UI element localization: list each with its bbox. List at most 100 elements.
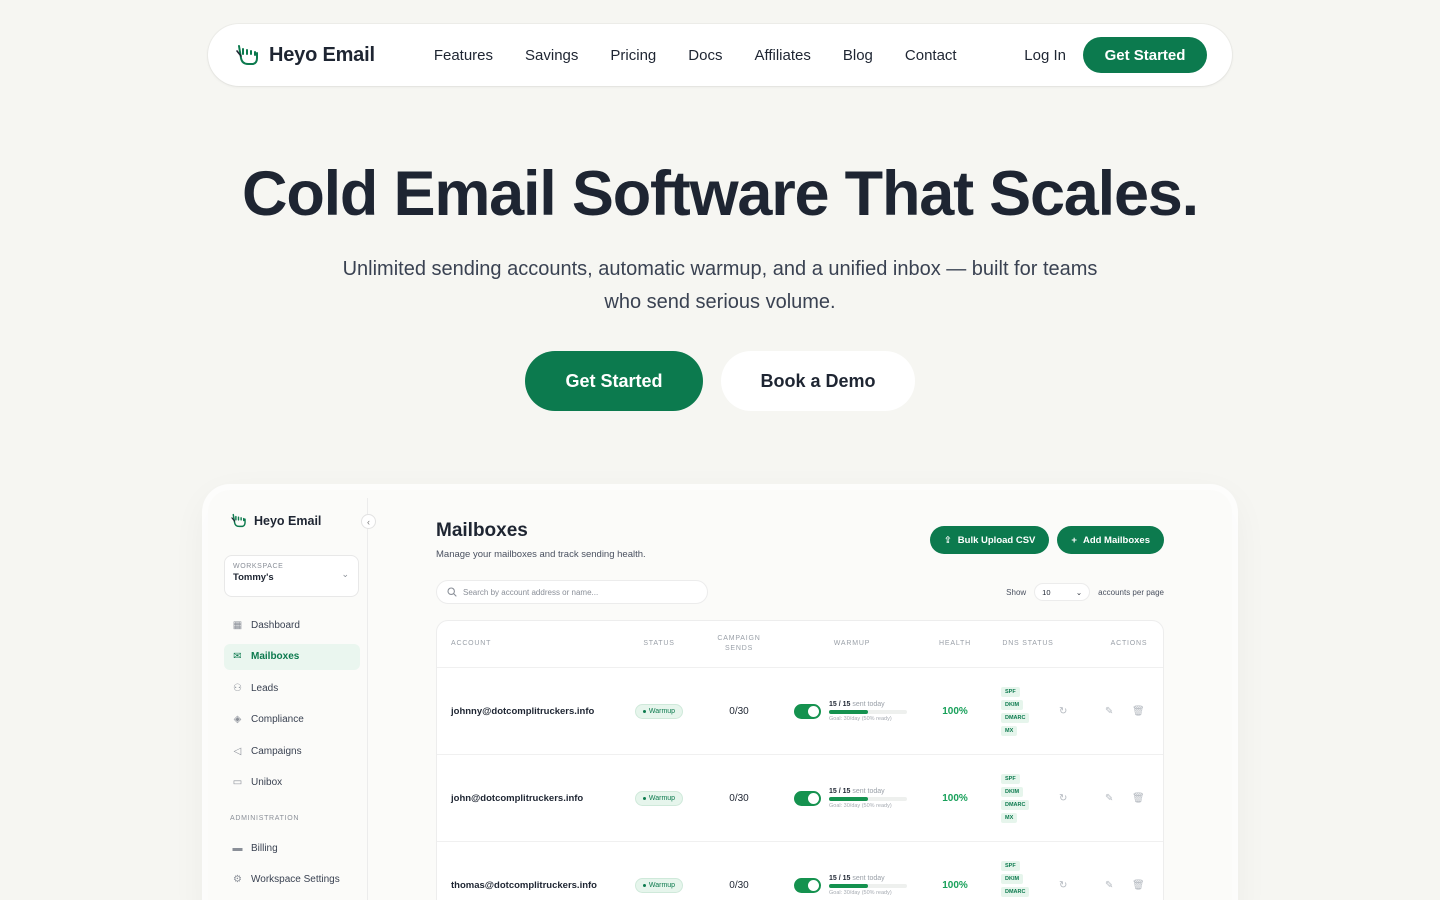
sidebar-item-leads[interactable]: ⚇ Leads <box>224 675 360 701</box>
nav-link-contact[interactable]: Contact <box>905 47 957 64</box>
nav-link-savings[interactable]: Savings <box>525 47 578 64</box>
warmup-progress: 15 / 15 sent today Goal: 30/day (50% read… <box>829 701 909 722</box>
edit-icon[interactable]: ✎ <box>1105 668 1113 755</box>
status-badge: Warmup <box>634 704 684 719</box>
sidebar-nav: ▦ Dashboard ✉ Mailboxes ⚇ Leads ◈ Compli… <box>224 612 360 801</box>
admin-section-label: ADMINISTRATION <box>230 815 300 822</box>
health-value: 100% <box>942 880 968 891</box>
card-icon: ▬ <box>232 842 243 854</box>
megaphone-icon: ◁ <box>233 745 242 757</box>
status-cell: Warmup <box>617 755 701 842</box>
plus-icon: + <box>1071 534 1077 546</box>
status-label: Warmup <box>648 795 676 802</box>
edit-icon[interactable]: ✎ <box>1105 755 1113 842</box>
hero-get-started-button[interactable]: Get Started <box>525 351 703 411</box>
edit-icon[interactable]: ✎ <box>1105 842 1113 900</box>
status-cell: Warmup <box>617 668 701 755</box>
warmup-count-value: 15 / 15 <box>829 875 851 882</box>
account-email[interactable]: thomas@dotcomplitruckers.info <box>451 842 597 900</box>
chevron-left-icon[interactable]: ‹ <box>361 514 376 529</box>
sidebar-item-compliance[interactable]: ◈ Compliance <box>224 707 360 733</box>
show-label: Show <box>1006 587 1027 597</box>
login-link[interactable]: Log In <box>1024 47 1066 64</box>
sidebar-item-label: Unibox <box>251 777 283 788</box>
health-value: 100% <box>942 706 968 717</box>
per-page-label: accounts per page <box>1098 587 1164 597</box>
bulk-upload-label: Bulk Upload CSV <box>957 534 1036 546</box>
add-mailboxes-button[interactable]: + Add Mailboxes <box>1057 526 1164 554</box>
mailboxes-main: Mailboxes Manage your mailboxes and trac… <box>436 520 1164 900</box>
warmup-progress: 15 / 15 sent today Goal: 30/day (50% read… <box>829 788 909 809</box>
dns-tag: MX <box>1001 813 1018 823</box>
per-page-select[interactable]: 10 ⌄ <box>1034 583 1091 601</box>
brand-name: Heyo Email <box>269 43 375 66</box>
column-header-warmup: WARMUP <box>833 640 871 647</box>
sidebar-item-billing[interactable]: ▬ Billing <box>224 835 360 861</box>
warmup-toggle[interactable] <box>794 791 821 806</box>
app-preview: Heyo Email ‹ WORKSPACE Tommy's ⌄ ▦ Dashb… <box>208 490 1232 900</box>
trash-icon[interactable]: 🗑 <box>1132 668 1145 755</box>
bulk-upload-button[interactable]: ⇪ Bulk Upload CSV <box>929 526 1050 554</box>
warmup-count-suffix: sent today <box>852 701 885 708</box>
sidebar-item-label: Campaigns <box>251 745 302 757</box>
trash-icon[interactable]: 🗑 <box>1132 755 1145 842</box>
column-header-campaign-sends: CAMPAIGN SENDS <box>717 635 761 652</box>
nav-link-affiliates[interactable]: Affiliates <box>754 47 810 64</box>
status-badge: Warmup <box>634 878 684 893</box>
dns-tag: SPF <box>1001 861 1020 871</box>
refresh-icon[interactable]: ↻ <box>1059 842 1067 900</box>
warmup-bar-fill <box>829 797 868 801</box>
nav-link-docs[interactable]: Docs <box>688 47 722 64</box>
warmup-count: 15 / 15 sent today <box>829 875 909 882</box>
dns-tag: DMARC <box>1001 800 1030 810</box>
campaign-sends: 0/30 <box>729 793 749 804</box>
warmup-cell: 15 / 15 sent today Goal: 30/day (50% read… <box>794 755 909 842</box>
workspace-label: WORKSPACE <box>233 563 284 570</box>
sidebar-item-workspace-settings[interactable]: ⚙ Workspace Settings <box>224 867 360 893</box>
warmup-count: 15 / 15 sent today <box>829 701 909 708</box>
warmup-bar <box>829 797 907 801</box>
dns-tag: DKIM <box>1001 700 1024 710</box>
nav-link-pricing[interactable]: Pricing <box>610 47 656 64</box>
mail-icon: ✉ <box>233 651 242 662</box>
health-value: 100% <box>942 793 968 804</box>
dns-tag: SPF <box>1001 687 1020 697</box>
sidebar-item-campaigns[interactable]: ◁ Campaigns <box>224 738 360 764</box>
admin-nav: ▬ Billing ⚙ Workspace Settings <box>224 835 360 898</box>
hero-subtitle: Unlimited sending accounts, automatic wa… <box>342 258 1098 313</box>
nav-link-features[interactable]: Features <box>434 47 493 64</box>
workspace-selector[interactable]: WORKSPACE Tommy's ⌄ <box>224 555 359 597</box>
sidebar-item-mailboxes[interactable]: ✉ Mailboxes <box>224 643 360 670</box>
status-label: Warmup <box>648 708 676 715</box>
column-header-actions: ACTIONS <box>1110 640 1148 647</box>
sidebar-item-label: Mailboxes <box>251 651 300 662</box>
campaign-sends: 0/30 <box>729 706 749 717</box>
warmup-toggle[interactable] <box>794 704 821 719</box>
brand[interactable]: Heyo Email <box>234 42 375 68</box>
warmup-toggle[interactable] <box>794 878 821 893</box>
get-started-button[interactable]: Get Started <box>1083 37 1207 73</box>
dns-tag: SPF <box>1001 774 1020 784</box>
sidebar-item-label: Dashboard <box>251 619 300 631</box>
dns-status: SPFDKIMDMARCMX <box>1001 842 1030 900</box>
top-nav: Heyo Email Features Savings Pricing Docs… <box>208 24 1232 86</box>
nav-link-blog[interactable]: Blog <box>843 47 873 64</box>
trash-icon[interactable]: 🗑 <box>1132 842 1145 900</box>
chevron-down-icon: ⌄ <box>341 569 349 579</box>
per-page-control: Show 10 ⌄ accounts per page <box>1006 583 1164 601</box>
refresh-icon[interactable]: ↻ <box>1059 755 1067 842</box>
search-icon <box>447 587 457 597</box>
mailboxes-table: ACCOUNT STATUS CAMPAIGN SENDS WARMUP HEA… <box>436 620 1164 900</box>
warmup-bar-fill <box>829 884 868 888</box>
search-input[interactable]: Search by account address or name... <box>436 580 708 604</box>
sidebar-item-dashboard[interactable]: ▦ Dashboard <box>224 612 360 638</box>
app-brand: Heyo Email <box>230 512 321 529</box>
sidebar-item-unibox[interactable]: ▭ Unibox <box>224 770 360 796</box>
nav-actions: Log In Get Started <box>1024 37 1207 73</box>
warmup-count-value: 15 / 15 <box>829 788 851 795</box>
account-email[interactable]: johnny@dotcomplitruckers.info <box>451 668 594 755</box>
warmup-progress: 15 / 15 sent today Goal: 30/day (50% read… <box>829 875 909 896</box>
book-demo-button[interactable]: Book a Demo <box>721 351 915 411</box>
account-email[interactable]: john@dotcomplitruckers.info <box>451 755 583 842</box>
refresh-icon[interactable]: ↻ <box>1059 668 1067 755</box>
